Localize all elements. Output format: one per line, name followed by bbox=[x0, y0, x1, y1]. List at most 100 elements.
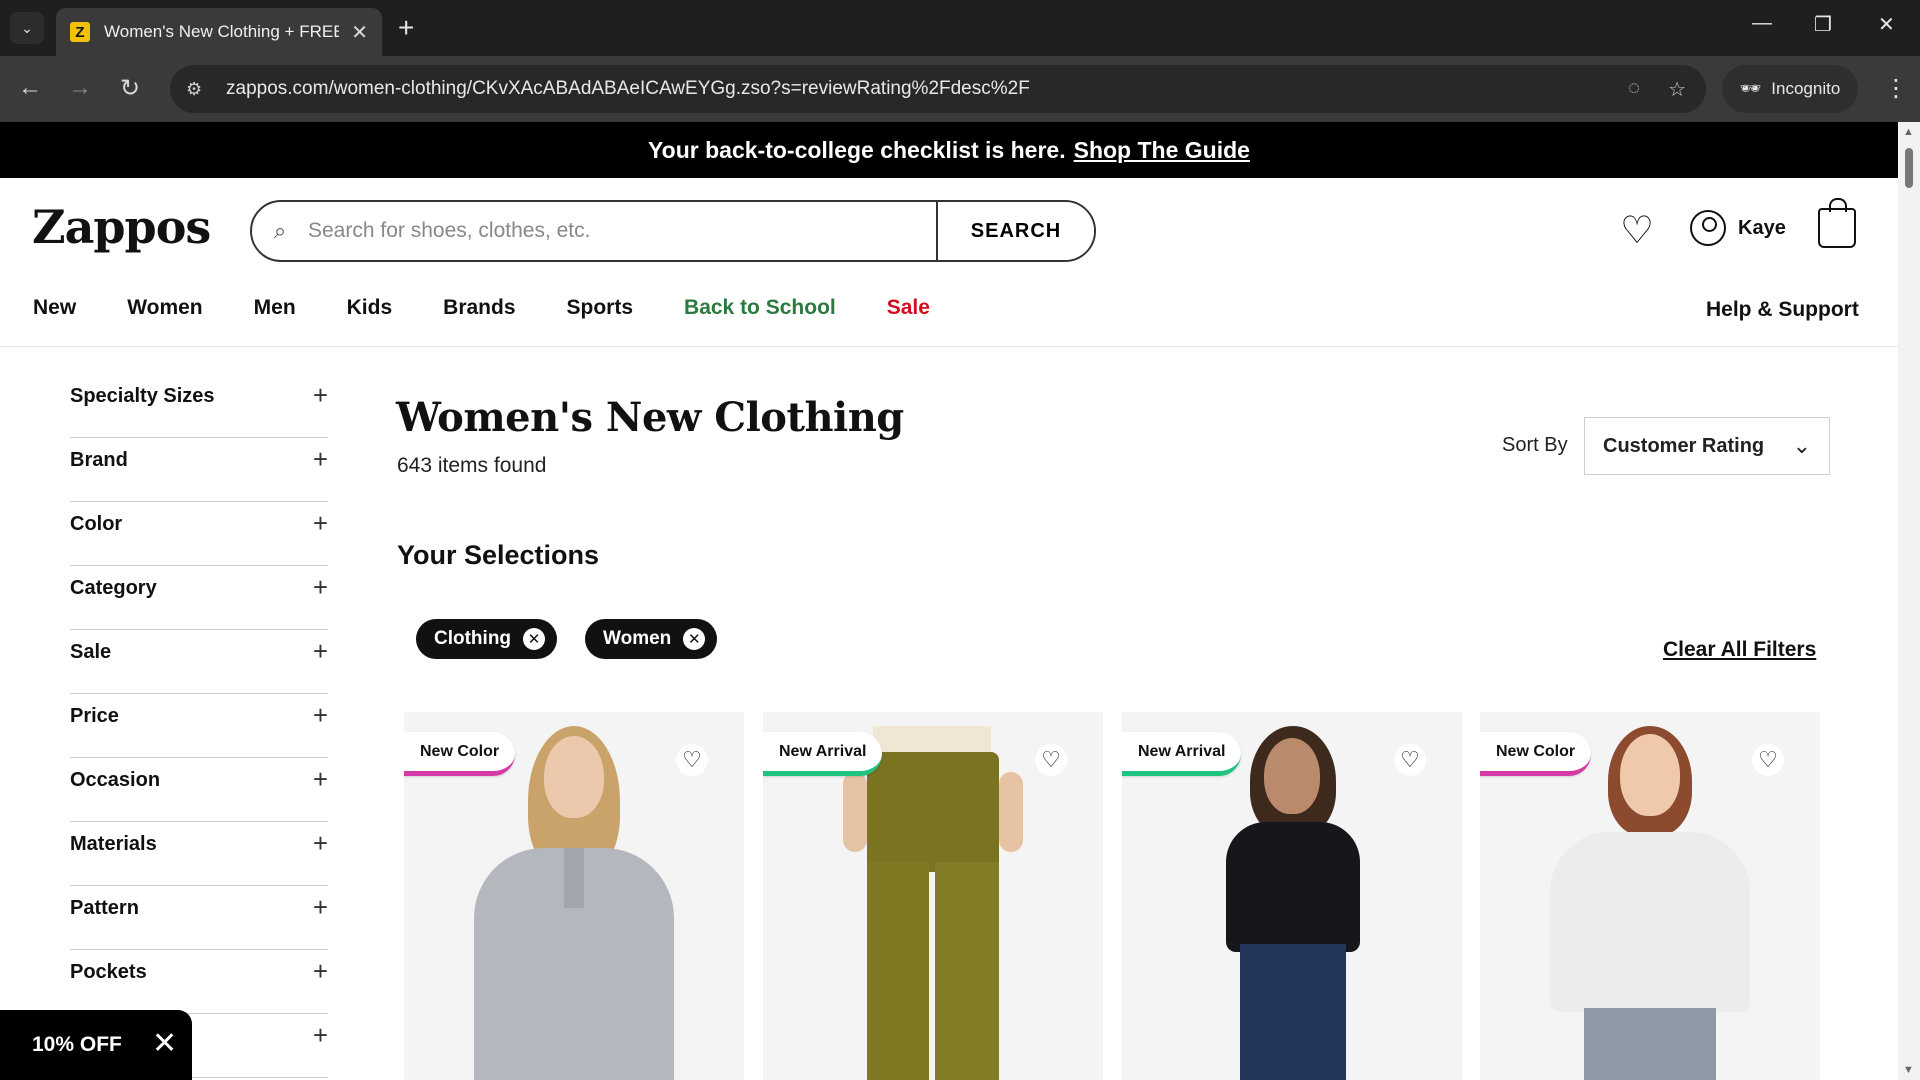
incognito-icon: 🕶 bbox=[1739, 79, 1762, 98]
product-badge: New Arrival bbox=[763, 732, 883, 776]
offer-close-icon[interactable]: ✕ bbox=[152, 1026, 177, 1061]
plus-icon[interactable]: + bbox=[313, 702, 328, 728]
sort-select[interactable]: Customer Rating ⌄ bbox=[1584, 417, 1830, 475]
tab-close-icon[interactable]: ✕ bbox=[351, 20, 368, 45]
filter-label: Color bbox=[70, 513, 123, 535]
filter-pattern[interactable]: Pattern + bbox=[70, 886, 328, 950]
chevron-down-icon: ⌄ bbox=[1792, 433, 1811, 458]
chip-women[interactable]: Women ✕ bbox=[585, 619, 718, 659]
nav-kids[interactable]: Kids bbox=[347, 296, 393, 320]
search-button[interactable]: SEARCH bbox=[936, 202, 1094, 260]
nav-sale[interactable]: Sale bbox=[887, 296, 930, 320]
user-name: Kaye bbox=[1738, 216, 1786, 239]
search-icon: ⌕ bbox=[273, 218, 287, 243]
nav-sports[interactable]: Sports bbox=[567, 296, 634, 320]
nav-women[interactable]: Women bbox=[127, 296, 202, 320]
browser-tab-bar: ⌄ Z Women's New Clothing + FREE ✕ + — ❐ … bbox=[0, 0, 1920, 56]
tab-list-chevron-icon[interactable]: ⌄ bbox=[10, 12, 44, 44]
address-bar[interactable]: ⚙ zappos.com/women-clothing/CKvXAcABAdAB… bbox=[170, 65, 1706, 113]
filter-price[interactable]: Price + bbox=[70, 694, 328, 758]
plus-icon[interactable]: + bbox=[313, 382, 328, 408]
filter-sale[interactable]: Sale + bbox=[70, 630, 328, 694]
favorite-heart-icon[interactable]: ♡ bbox=[1035, 744, 1067, 776]
user-icon bbox=[1690, 210, 1726, 246]
filter-color[interactable]: Color + bbox=[70, 502, 328, 566]
filter-brand[interactable]: Brand + bbox=[70, 438, 328, 502]
plus-icon[interactable]: + bbox=[313, 766, 328, 792]
clear-all-filters-link[interactable]: Clear All Filters bbox=[1663, 638, 1816, 662]
scroll-up-arrow-icon[interactable]: ▲ bbox=[1903, 126, 1914, 138]
nav-back-to-school[interactable]: Back to School bbox=[684, 296, 836, 320]
incognito-label: Incognito bbox=[1771, 79, 1841, 98]
plus-icon[interactable]: + bbox=[313, 830, 328, 856]
forward-arrow-icon[interactable]: → bbox=[68, 74, 92, 102]
product-card[interactable]: New Arrival ♡ bbox=[763, 712, 1103, 1080]
filter-label: Pattern bbox=[70, 897, 139, 919]
new-tab-plus-icon[interactable]: + bbox=[398, 12, 414, 44]
restore-icon[interactable]: ❐ bbox=[1814, 12, 1832, 37]
promo-banner: Your back-to-college checklist is here. … bbox=[0, 122, 1898, 178]
favorite-heart-icon[interactable]: ♡ bbox=[1752, 744, 1784, 776]
favorites-heart-icon[interactable]: ♡ bbox=[1620, 208, 1654, 253]
filter-pockets[interactable]: Pockets + bbox=[70, 950, 328, 1014]
filter-label: Occasion bbox=[70, 769, 161, 791]
search-bar: ⌕ SEARCH bbox=[250, 200, 1096, 262]
minimize-icon[interactable]: — bbox=[1752, 12, 1772, 35]
filter-sidebar: Specialty Sizes + Brand + Color + Category +… bbox=[70, 374, 328, 1078]
scroll-down-arrow-icon[interactable]: ▼ bbox=[1903, 1064, 1914, 1076]
plus-icon[interactable]: + bbox=[313, 510, 328, 536]
cart-bag-icon[interactable] bbox=[1818, 198, 1856, 248]
filter-label: Price bbox=[70, 705, 119, 727]
sort-value: Customer Rating bbox=[1603, 434, 1765, 457]
browser-tab[interactable]: Z Women's New Clothing + FREE ✕ bbox=[56, 8, 382, 56]
url-text[interactable]: zappos.com/women-clothing/CKvXAcABAdABAe… bbox=[226, 78, 1628, 100]
plus-icon[interactable]: + bbox=[313, 1022, 328, 1048]
nav-new[interactable]: New bbox=[33, 296, 76, 320]
favorite-heart-icon[interactable]: ♡ bbox=[1394, 744, 1426, 776]
account-menu[interactable]: Kaye bbox=[1690, 210, 1786, 246]
filter-label: Specialty Sizes bbox=[70, 385, 215, 407]
eye-off-icon[interactable]: ◌ bbox=[1628, 77, 1640, 102]
product-badge: New Color bbox=[404, 732, 516, 776]
browser-menu-icon[interactable]: ⋮ bbox=[1884, 74, 1908, 103]
filter-label: Materials bbox=[70, 833, 157, 855]
main-nav: New Women Men Kids Brands Sports Back to… bbox=[33, 296, 981, 320]
incognito-indicator[interactable]: 🕶 Incognito bbox=[1722, 65, 1858, 113]
search-input[interactable] bbox=[308, 202, 936, 260]
product-card[interactable]: New Arrival ♡ bbox=[1122, 712, 1462, 1080]
sort-by-label: Sort By bbox=[1502, 434, 1568, 456]
remove-filter-icon[interactable]: ✕ bbox=[683, 628, 706, 650]
plus-icon[interactable]: + bbox=[313, 574, 328, 600]
nav-men[interactable]: Men bbox=[254, 296, 296, 320]
reload-icon[interactable]: ↻ bbox=[120, 74, 140, 103]
bookmark-star-icon[interactable]: ☆ bbox=[1668, 77, 1686, 102]
page-scrollbar[interactable] bbox=[1898, 122, 1920, 1080]
product-card[interactable]: New Color ♡ bbox=[1480, 712, 1820, 1080]
plus-icon[interactable]: + bbox=[313, 894, 328, 920]
filter-specialty-sizes[interactable]: Specialty Sizes + bbox=[70, 374, 328, 438]
chip-label: Clothing bbox=[434, 628, 512, 649]
product-badge: New Arrival bbox=[1122, 732, 1242, 776]
favorite-heart-icon[interactable]: ♡ bbox=[676, 744, 708, 776]
page-title: Women's New Clothing bbox=[396, 394, 904, 441]
zappos-favicon-icon: Z bbox=[70, 22, 90, 42]
plus-icon[interactable]: + bbox=[313, 638, 328, 664]
zappos-logo[interactable]: Zappos bbox=[32, 200, 211, 254]
plus-icon[interactable]: + bbox=[313, 958, 328, 984]
back-arrow-icon[interactable]: ← bbox=[18, 74, 42, 102]
browser-toolbar: ← → ↻ ⚙ zappos.com/women-clothing/CKvXAc… bbox=[0, 56, 1920, 122]
site-info-icon[interactable]: ⚙ bbox=[186, 79, 210, 100]
nav-brands[interactable]: Brands bbox=[443, 296, 515, 320]
plus-icon[interactable]: + bbox=[313, 446, 328, 472]
shop-the-guide-link[interactable]: Shop The Guide bbox=[1074, 137, 1250, 164]
remove-filter-icon[interactable]: ✕ bbox=[523, 628, 546, 650]
window-close-icon[interactable]: ✕ bbox=[1878, 12, 1895, 37]
chip-clothing[interactable]: Clothing ✕ bbox=[416, 619, 558, 659]
chip-label: Women bbox=[603, 628, 672, 649]
filter-category[interactable]: Category + bbox=[70, 566, 328, 630]
filter-materials[interactable]: Materials + bbox=[70, 822, 328, 886]
product-card[interactable]: New Color ♡ bbox=[404, 712, 744, 1080]
filter-occasion[interactable]: Occasion + bbox=[70, 758, 328, 822]
help-support-link[interactable]: Help & Support bbox=[1706, 298, 1859, 322]
scrollbar-thumb[interactable] bbox=[1905, 148, 1913, 188]
